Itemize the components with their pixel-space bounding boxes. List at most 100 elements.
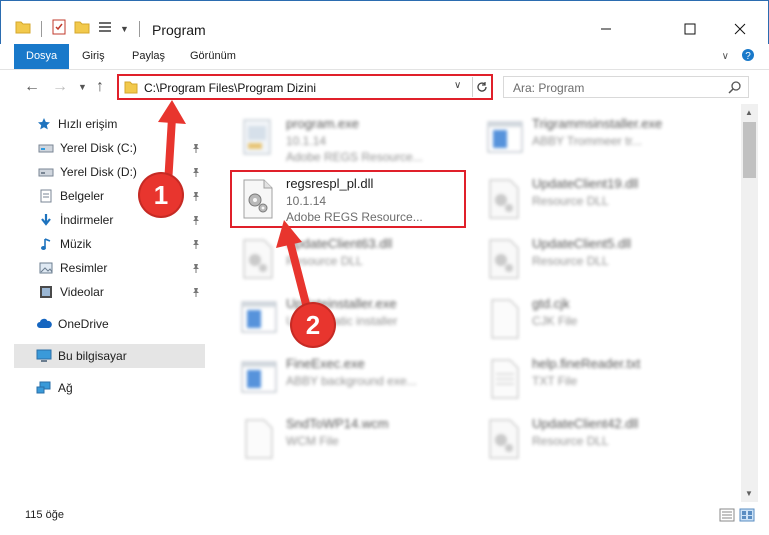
documents-icon bbox=[38, 188, 54, 204]
sidebar-item-this-pc[interactable]: Bu bilgisayar bbox=[14, 344, 205, 368]
folder-icon bbox=[124, 80, 138, 97]
help-icon[interactable]: ? bbox=[741, 48, 755, 65]
file-item[interactable]: UpdateClient19.dll Resource DLL bbox=[480, 170, 710, 228]
selected-file-highlight bbox=[230, 170, 466, 228]
drive-icon bbox=[38, 140, 54, 156]
view-options-icon[interactable] bbox=[98, 20, 112, 37]
details-view-icon[interactable] bbox=[719, 508, 735, 525]
pin-icon[interactable] bbox=[191, 238, 201, 252]
sidebar-item-videos[interactable]: Videolar bbox=[14, 280, 205, 304]
item-count: 115 öğe bbox=[25, 509, 64, 521]
address-dropdown-icon[interactable]: ∨ bbox=[454, 80, 461, 91]
pictures-icon bbox=[38, 260, 54, 276]
dll-gear-icon bbox=[484, 416, 524, 462]
blank-file-icon bbox=[238, 416, 278, 462]
pin-icon[interactable] bbox=[191, 166, 201, 180]
customize-toolbar-icon[interactable]: ▼ bbox=[120, 24, 129, 34]
ribbon: Dosya Giriş Paylaş Görünüm ∨ ? bbox=[0, 44, 769, 70]
pin-icon[interactable] bbox=[191, 214, 201, 228]
sidebar-item-label: Bu bilgisayar bbox=[58, 349, 127, 363]
sidebar-item-music[interactable]: Müzik bbox=[14, 232, 205, 256]
file-description: Resource DLL bbox=[532, 254, 609, 268]
exe-window-icon bbox=[238, 296, 278, 342]
title-bar: ▼ Program bbox=[0, 0, 769, 44]
sidebar-item-label: Videolar bbox=[60, 285, 104, 299]
expand-ribbon-icon[interactable]: ∨ bbox=[722, 51, 729, 62]
sidebar-item-local-disk-c[interactable]: Yerel Disk (C:) bbox=[14, 136, 205, 160]
file-description: Resource DLL bbox=[532, 194, 609, 208]
dll-gear-icon bbox=[484, 236, 524, 282]
tab-share[interactable]: Paylaş bbox=[120, 44, 177, 69]
tab-view[interactable]: Görünüm bbox=[178, 44, 248, 69]
sidebar-item-network[interactable]: Ağ bbox=[14, 376, 205, 400]
file-item[interactable]: SndToWP14.wcm WCM File bbox=[234, 410, 464, 468]
sidebar-item-pictures[interactable]: Resimler bbox=[14, 256, 205, 280]
vertical-scrollbar[interactable]: ▲ ▼ bbox=[741, 104, 758, 502]
pin-icon[interactable] bbox=[191, 262, 201, 276]
file-item[interactable]: UpdateClient63.dll Resource DLL bbox=[234, 230, 464, 288]
file-description: Adobe REGS Resource... bbox=[286, 150, 423, 164]
forward-arrow-icon[interactable]: → bbox=[52, 78, 68, 96]
scrollbar-thumb[interactable] bbox=[743, 122, 756, 178]
sidebar-item-label: Hızlı erişim bbox=[58, 117, 118, 131]
file-item[interactable]: FineExec.exe ABBY background exe... bbox=[234, 350, 464, 408]
file-item[interactable]: program.exe 10.1.14 Adobe REGS Resource.… bbox=[234, 110, 464, 168]
large-icons-view-icon[interactable] bbox=[739, 508, 755, 525]
network-icon bbox=[36, 380, 52, 396]
file-version: 10.1.14 bbox=[286, 134, 327, 148]
file-description: WCM File bbox=[286, 434, 339, 448]
status-bar: 115 öğe bbox=[0, 502, 769, 526]
star-icon bbox=[36, 116, 52, 132]
file-item[interactable]: Updateinstaller.exe Updatestatic install… bbox=[234, 290, 464, 348]
music-icon bbox=[38, 236, 54, 252]
exe-icon bbox=[238, 116, 278, 162]
file-description: Resource DLL bbox=[532, 434, 609, 448]
file-name: help.fineReader.txt bbox=[532, 356, 641, 371]
file-name: Trigrammsinstaller.exe bbox=[532, 116, 663, 131]
computer-icon bbox=[36, 348, 52, 364]
sidebar-item-downloads[interactable]: İndirmeler bbox=[14, 208, 205, 232]
refresh-icon[interactable] bbox=[472, 77, 490, 97]
address-bar[interactable]: C:\Program Files\Program Dizini ∨ bbox=[117, 74, 493, 100]
back-arrow-icon[interactable]: ← bbox=[24, 78, 40, 96]
scroll-up-icon[interactable]: ▲ bbox=[745, 108, 753, 117]
file-description: CJK File bbox=[532, 314, 578, 328]
pin-icon[interactable] bbox=[191, 190, 201, 204]
scroll-down-icon[interactable]: ▼ bbox=[745, 489, 753, 498]
file-name: gtd.cjk bbox=[532, 296, 570, 311]
up-arrow-icon[interactable]: ↑ bbox=[96, 78, 104, 96]
close-button[interactable] bbox=[717, 15, 763, 45]
text-file-icon bbox=[484, 356, 524, 402]
pin-icon[interactable] bbox=[191, 286, 201, 300]
tab-home[interactable]: Giriş bbox=[70, 44, 117, 69]
file-description: TXT File bbox=[532, 374, 578, 388]
minimize-icon bbox=[600, 23, 612, 38]
file-item[interactable]: UpdateClient5.dll Resource DLL bbox=[480, 230, 710, 288]
pin-icon[interactable] bbox=[191, 142, 201, 156]
tab-file[interactable]: Dosya bbox=[14, 44, 70, 69]
properties-icon[interactable] bbox=[52, 19, 66, 38]
dll-gear-icon bbox=[484, 176, 524, 222]
file-item[interactable]: gtd.cjk CJK File bbox=[480, 290, 710, 348]
navigation-bar: ← → ▼ ↑ C:\Program Files\Program Dizini … bbox=[0, 70, 769, 104]
new-folder-icon[interactable] bbox=[74, 20, 90, 37]
sidebar-item-onedrive[interactable]: OneDrive bbox=[14, 312, 205, 336]
toolbar-separator bbox=[41, 20, 42, 37]
sidebar-item-label: Resimler bbox=[60, 261, 108, 275]
search-placeholder: Ara: Program bbox=[513, 81, 585, 95]
folder-icon bbox=[15, 20, 31, 37]
search-input[interactable]: Ara: Program bbox=[503, 76, 749, 98]
video-icon bbox=[38, 284, 54, 300]
sidebar-item-label: Ağ bbox=[58, 381, 73, 395]
recent-locations-icon[interactable]: ▼ bbox=[78, 82, 87, 92]
file-name: UpdateClient19.dll bbox=[532, 176, 639, 191]
file-item[interactable]: Trigrammsinstaller.exe ABBY Trommeer tr.… bbox=[480, 110, 710, 168]
file-item[interactable]: UpdateClient42.dll Resource DLL bbox=[480, 410, 710, 468]
file-name: SndToWP14.wcm bbox=[286, 416, 389, 431]
file-item[interactable]: help.fineReader.txt TXT File bbox=[480, 350, 710, 408]
sidebar-item-quick-access[interactable]: Hızlı erişim bbox=[14, 112, 205, 136]
sidebar-item-label: İndirmeler bbox=[60, 213, 114, 227]
maximize-button[interactable] bbox=[667, 15, 713, 45]
minimize-button[interactable] bbox=[583, 15, 629, 45]
file-description: ABBY Trommeer tr... bbox=[532, 134, 642, 148]
